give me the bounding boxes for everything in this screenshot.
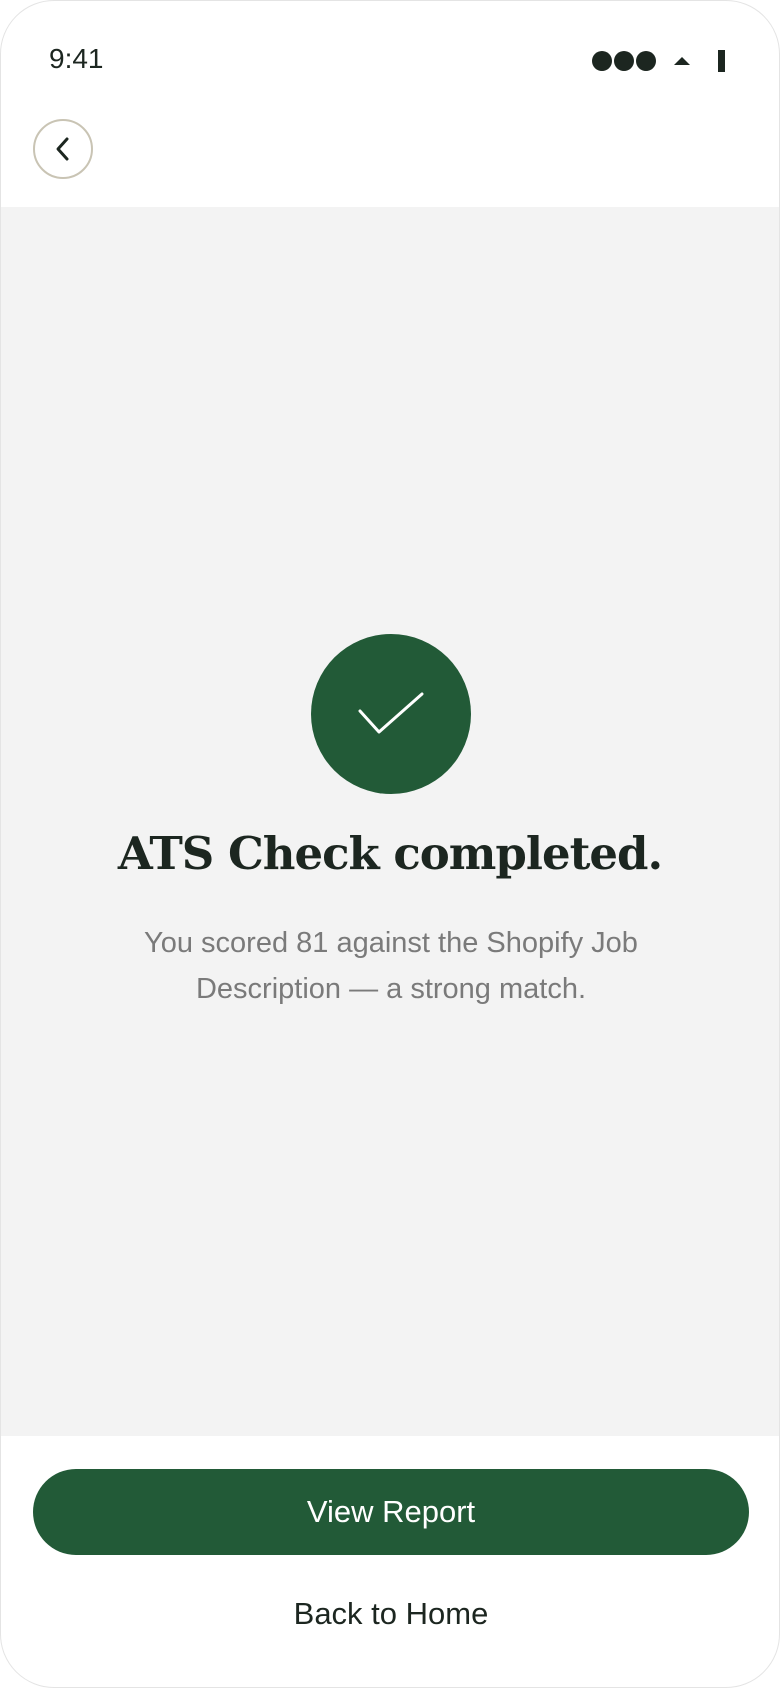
result-panel: ATS Check completed. You scored 81 again…: [1, 207, 779, 1436]
result-title: ATS Check completed.: [117, 827, 663, 880]
back-button[interactable]: [33, 119, 93, 179]
status-time: 9:41: [49, 43, 104, 74]
status-bar: 9:41: [1, 1, 779, 121]
success-badge: [311, 634, 471, 794]
cellular-dots-icon: [592, 51, 658, 71]
chevron-left-icon: [56, 137, 69, 161]
view-report-button[interactable]: View Report: [33, 1469, 749, 1555]
result-description: You scored 81 against the Shopify Job De…: [144, 927, 638, 1005]
battery-icon: [718, 50, 725, 72]
phone-screen: 9:41 ATS Check completed. You scored 81 …: [0, 0, 780, 1688]
wifi-icon: [674, 57, 690, 65]
back-to-home-button[interactable]: Back to Home: [201, 1589, 581, 1639]
checkmark-icon: [358, 692, 424, 734]
status-icons: [592, 50, 725, 72]
